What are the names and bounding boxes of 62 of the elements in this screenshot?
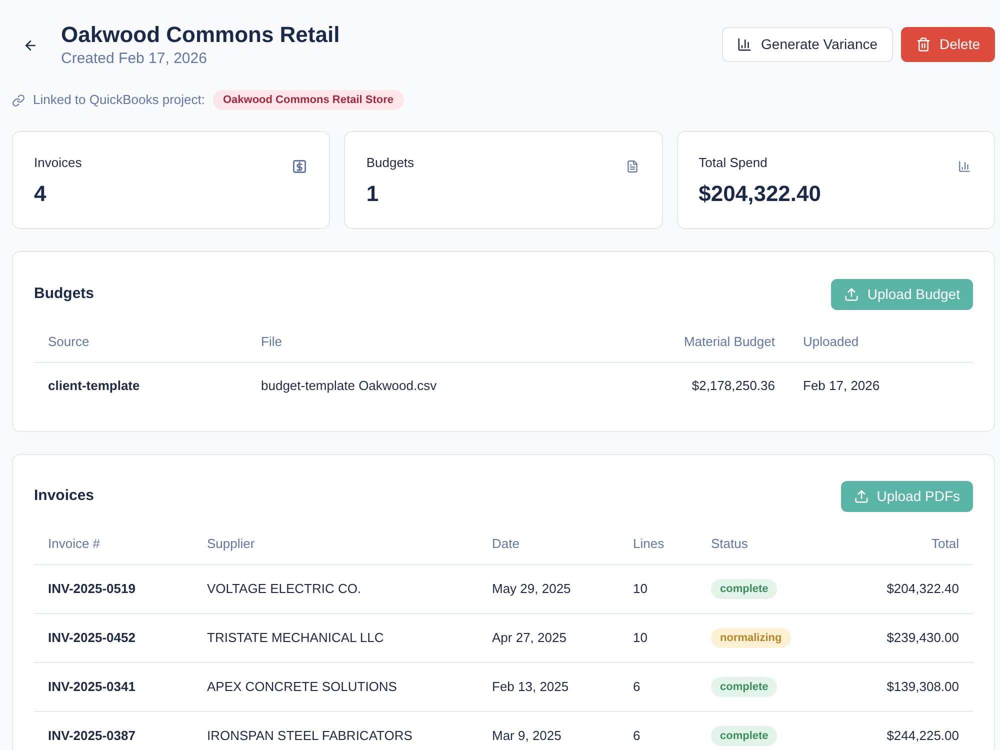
upload-budget-button[interactable]: Upload Budget xyxy=(831,279,973,310)
stat-label: Budgets xyxy=(366,154,414,172)
upload-icon xyxy=(844,287,860,302)
stat-label: Invoices xyxy=(34,154,82,172)
total-amount: $244,225.00 xyxy=(886,728,959,743)
stat-value: 4 xyxy=(34,180,48,208)
line-count: 6 xyxy=(633,728,640,743)
section-title: Invoices xyxy=(34,486,94,506)
column-header: Material Budget xyxy=(684,334,775,348)
document-icon xyxy=(626,160,639,173)
status-badge: complete xyxy=(711,726,778,746)
column-header: Total xyxy=(932,536,959,550)
column-header: Date xyxy=(492,536,520,550)
total-amount: $204,322.40 xyxy=(886,581,959,596)
supplier-name: IRONSPAN STEEL FABRICATORS xyxy=(207,728,412,743)
supplier-name: TRISTATE MECHANICAL LLC xyxy=(207,630,384,645)
variance-button[interactable]: Generate Variance xyxy=(722,27,893,62)
date-text: May 29, 2025 xyxy=(492,581,571,596)
stat-value: $204,322.40 xyxy=(698,180,821,208)
delete-button[interactable]: Delete xyxy=(900,27,995,62)
invoice-number: INV-2025-0341 xyxy=(48,679,136,694)
section-title: Budgets xyxy=(34,284,94,304)
date-text: Feb 17, 2026 xyxy=(803,378,880,393)
status-badge: complete xyxy=(711,579,778,599)
invoice-number: INV-2025-0452 xyxy=(48,630,136,645)
total-amount: $239,430.00 xyxy=(886,630,959,645)
invoice-number: INV-2025-0387 xyxy=(48,728,136,743)
linked-label: Linked to QuickBooks project: xyxy=(33,91,205,110)
supplier-name: APEX CONCRETE SOLUTIONS xyxy=(207,679,397,694)
status-badge: complete xyxy=(711,677,778,697)
page-title: Oakwood Commons Retail xyxy=(61,21,340,49)
column-header: Status xyxy=(711,536,748,550)
stat-label: Total Spend xyxy=(698,154,768,172)
date-text: Feb 13, 2025 xyxy=(492,679,569,694)
column-header: File xyxy=(261,334,282,348)
file-name: budget-template Oakwood.csv xyxy=(261,378,437,393)
dollar-square-icon xyxy=(293,160,306,173)
bar-chart-icon xyxy=(737,37,752,52)
source-text: client-template xyxy=(48,378,140,393)
line-count: 10 xyxy=(633,581,648,596)
total-amount: $139,308.00 xyxy=(886,679,959,694)
line-count: 6 xyxy=(633,679,640,694)
invoice-number: INV-2025-0519 xyxy=(48,581,136,596)
column-header: Uploaded xyxy=(803,334,859,348)
date-text: Apr 27, 2025 xyxy=(492,630,566,645)
upload-pdfs-button[interactable]: Upload PDFs xyxy=(840,481,973,512)
date-text: Mar 9, 2025 xyxy=(492,728,562,743)
amount-text: $2,178,250.36 xyxy=(692,378,775,393)
link-icon xyxy=(12,94,25,106)
project-badge: Oakwood Commons Retail Store xyxy=(212,90,404,110)
column-header: Supplier xyxy=(207,536,255,550)
upload-icon xyxy=(854,489,869,504)
supplier-name: VOLTAGE ELECTRIC CO. xyxy=(207,581,362,596)
trash-icon xyxy=(916,37,931,52)
stat-value: 1 xyxy=(366,180,380,208)
line-count: 10 xyxy=(633,630,648,645)
status-badge: normalizing xyxy=(711,628,791,648)
column-header: Invoice # xyxy=(48,536,100,550)
column-header: Source xyxy=(48,334,90,348)
column-header: Lines xyxy=(633,536,664,550)
bar-chart-icon xyxy=(958,160,971,173)
created-date: Created Feb 17, 2026 xyxy=(61,49,208,69)
